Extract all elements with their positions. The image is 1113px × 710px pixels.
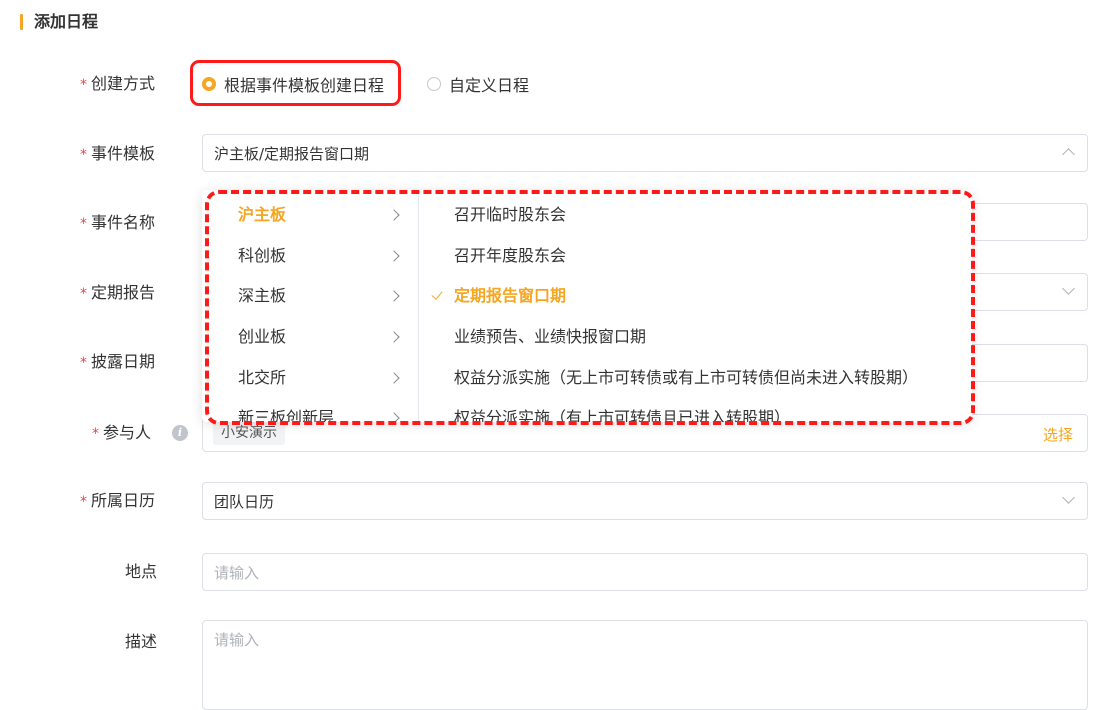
annotation-highlight-box — [190, 60, 401, 106]
annotation-dashed-highlight — [205, 190, 975, 425]
radio-unchecked-icon — [427, 77, 441, 91]
calendar-label: * 所属日历 — [80, 491, 156, 510]
description-textarea[interactable]: 请输入 — [202, 620, 1088, 710]
participants-label: * 参与人 — [92, 423, 152, 442]
radio-custom-label: 自定义日程 — [449, 76, 530, 95]
disclosure-date-label: * 披露日期 — [80, 352, 156, 371]
description-placeholder: 请输入 — [214, 631, 260, 649]
event-template-label: * 事件模板 — [80, 144, 156, 163]
section-header: 添加日程 — [0, 0, 1113, 44]
radio-custom-mode[interactable]: 自定义日程 — [427, 74, 530, 95]
location-placeholder: 请输入 — [214, 564, 260, 582]
location-label: 地点 — [125, 562, 158, 581]
event-name-label: * 事件名称 — [80, 213, 156, 232]
page-title: 添加日程 — [34, 12, 99, 31]
select-participants-link[interactable]: 选择 — [1043, 424, 1073, 445]
chevron-down-icon — [1062, 491, 1075, 504]
create-mode-label: * 创建方式 — [80, 74, 156, 93]
event-template-value: 沪主板/定期报告窗口期 — [214, 145, 370, 163]
location-input[interactable]: 请输入 — [202, 553, 1088, 591]
chevron-up-icon — [1062, 148, 1075, 161]
calendar-value: 团队日历 — [214, 493, 275, 511]
chevron-down-icon — [1062, 282, 1075, 295]
header-accent-bar — [20, 14, 23, 30]
description-label: 描述 — [125, 632, 158, 651]
calendar-select[interactable]: 团队日历 — [202, 482, 1088, 520]
periodic-report-label: * 定期报告 — [80, 283, 156, 302]
event-template-select[interactable]: 沪主板/定期报告窗口期 — [202, 134, 1088, 172]
info-icon[interactable]: i — [172, 425, 188, 441]
